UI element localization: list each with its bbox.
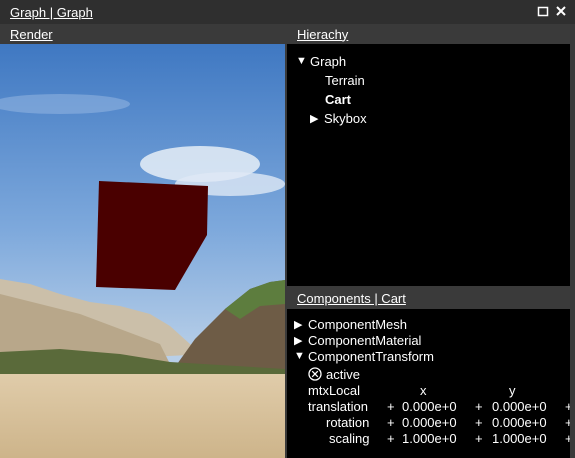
component-label: ComponentTransform: [308, 348, 434, 364]
active-toggle[interactable]: active: [308, 366, 360, 382]
expand-right-icon[interactable]: ▶: [310, 112, 324, 125]
hierarchy-panel-header[interactable]: Hierachy: [297, 25, 348, 43]
expand-down-icon[interactable]: ▼: [296, 55, 310, 67]
tree-item-label: Terrain: [325, 72, 365, 88]
rotation-y-value[interactable]: 0.000e+0: [492, 415, 547, 430]
window-title[interactable]: Graph | Graph: [10, 5, 93, 20]
tree-item-label: Skybox: [324, 110, 367, 126]
plus-icon[interactable]: +: [387, 415, 395, 430]
translation-y-value[interactable]: 0.000e+0: [492, 399, 547, 414]
tree-item-cart[interactable]: Cart: [325, 90, 351, 108]
component-label: ComponentMaterial: [308, 332, 422, 348]
checkbox-x-icon[interactable]: [308, 367, 322, 381]
rotation-x-value[interactable]: 0.000e+0: [402, 415, 457, 430]
tree-item-graph[interactable]: ▼ Graph: [296, 52, 346, 70]
column-header-y: y: [509, 383, 516, 398]
tree-item-terrain[interactable]: Terrain: [325, 71, 365, 89]
scaling-y-value[interactable]: 1.000e+0: [492, 431, 547, 446]
active-label: active: [326, 366, 360, 382]
component-label: ComponentMesh: [308, 316, 407, 332]
plus-icon[interactable]: +: [387, 399, 395, 414]
translation-x-value[interactable]: 0.000e+0: [402, 399, 457, 414]
components-panel-header[interactable]: Components | Cart: [297, 289, 406, 307]
plus-icon[interactable]: +: [387, 431, 395, 446]
scaling-x-value[interactable]: 1.000e+0: [402, 431, 457, 446]
tree-item-label: Graph: [310, 53, 347, 69]
maximize-icon[interactable]: [537, 5, 549, 17]
expand-right-icon[interactable]: ▶: [294, 318, 308, 331]
window-buttons: [537, 5, 567, 17]
render-viewport[interactable]: [0, 44, 285, 458]
expand-right-icon[interactable]: ▶: [294, 334, 308, 347]
tree-item-skybox[interactable]: ▶ Skybox: [310, 109, 367, 127]
row-label-translation: translation: [308, 399, 368, 414]
row-label-scaling: scaling: [329, 431, 370, 446]
expand-down-icon[interactable]: ▼: [294, 350, 308, 362]
render-panel-header[interactable]: Render: [10, 25, 53, 43]
matrix-label: mtxLocal: [308, 383, 361, 398]
sand-ground: [0, 374, 285, 458]
component-transform[interactable]: ▼ ComponentTransform: [294, 348, 434, 364]
window-titlebar: Graph | Graph: [0, 0, 575, 24]
plus-icon[interactable]: +: [475, 415, 483, 430]
tree-item-label: Cart: [325, 91, 352, 107]
close-icon[interactable]: [555, 5, 567, 17]
plus-icon[interactable]: +: [475, 399, 483, 414]
panel-edge: [570, 44, 575, 458]
scene-canvas: [0, 44, 285, 458]
component-mesh[interactable]: ▶ ComponentMesh: [294, 316, 407, 332]
row-label-rotation: rotation: [326, 415, 370, 430]
hierarchy-panel: ▼ Graph Terrain Cart ▶ Skybox: [287, 44, 570, 286]
components-panel: ▶ ComponentMesh ▶ ComponentMaterial ▼ Co…: [287, 309, 570, 458]
column-header-x: x: [420, 383, 427, 398]
plus-icon[interactable]: +: [475, 431, 483, 446]
component-material[interactable]: ▶ ComponentMaterial: [294, 332, 421, 348]
